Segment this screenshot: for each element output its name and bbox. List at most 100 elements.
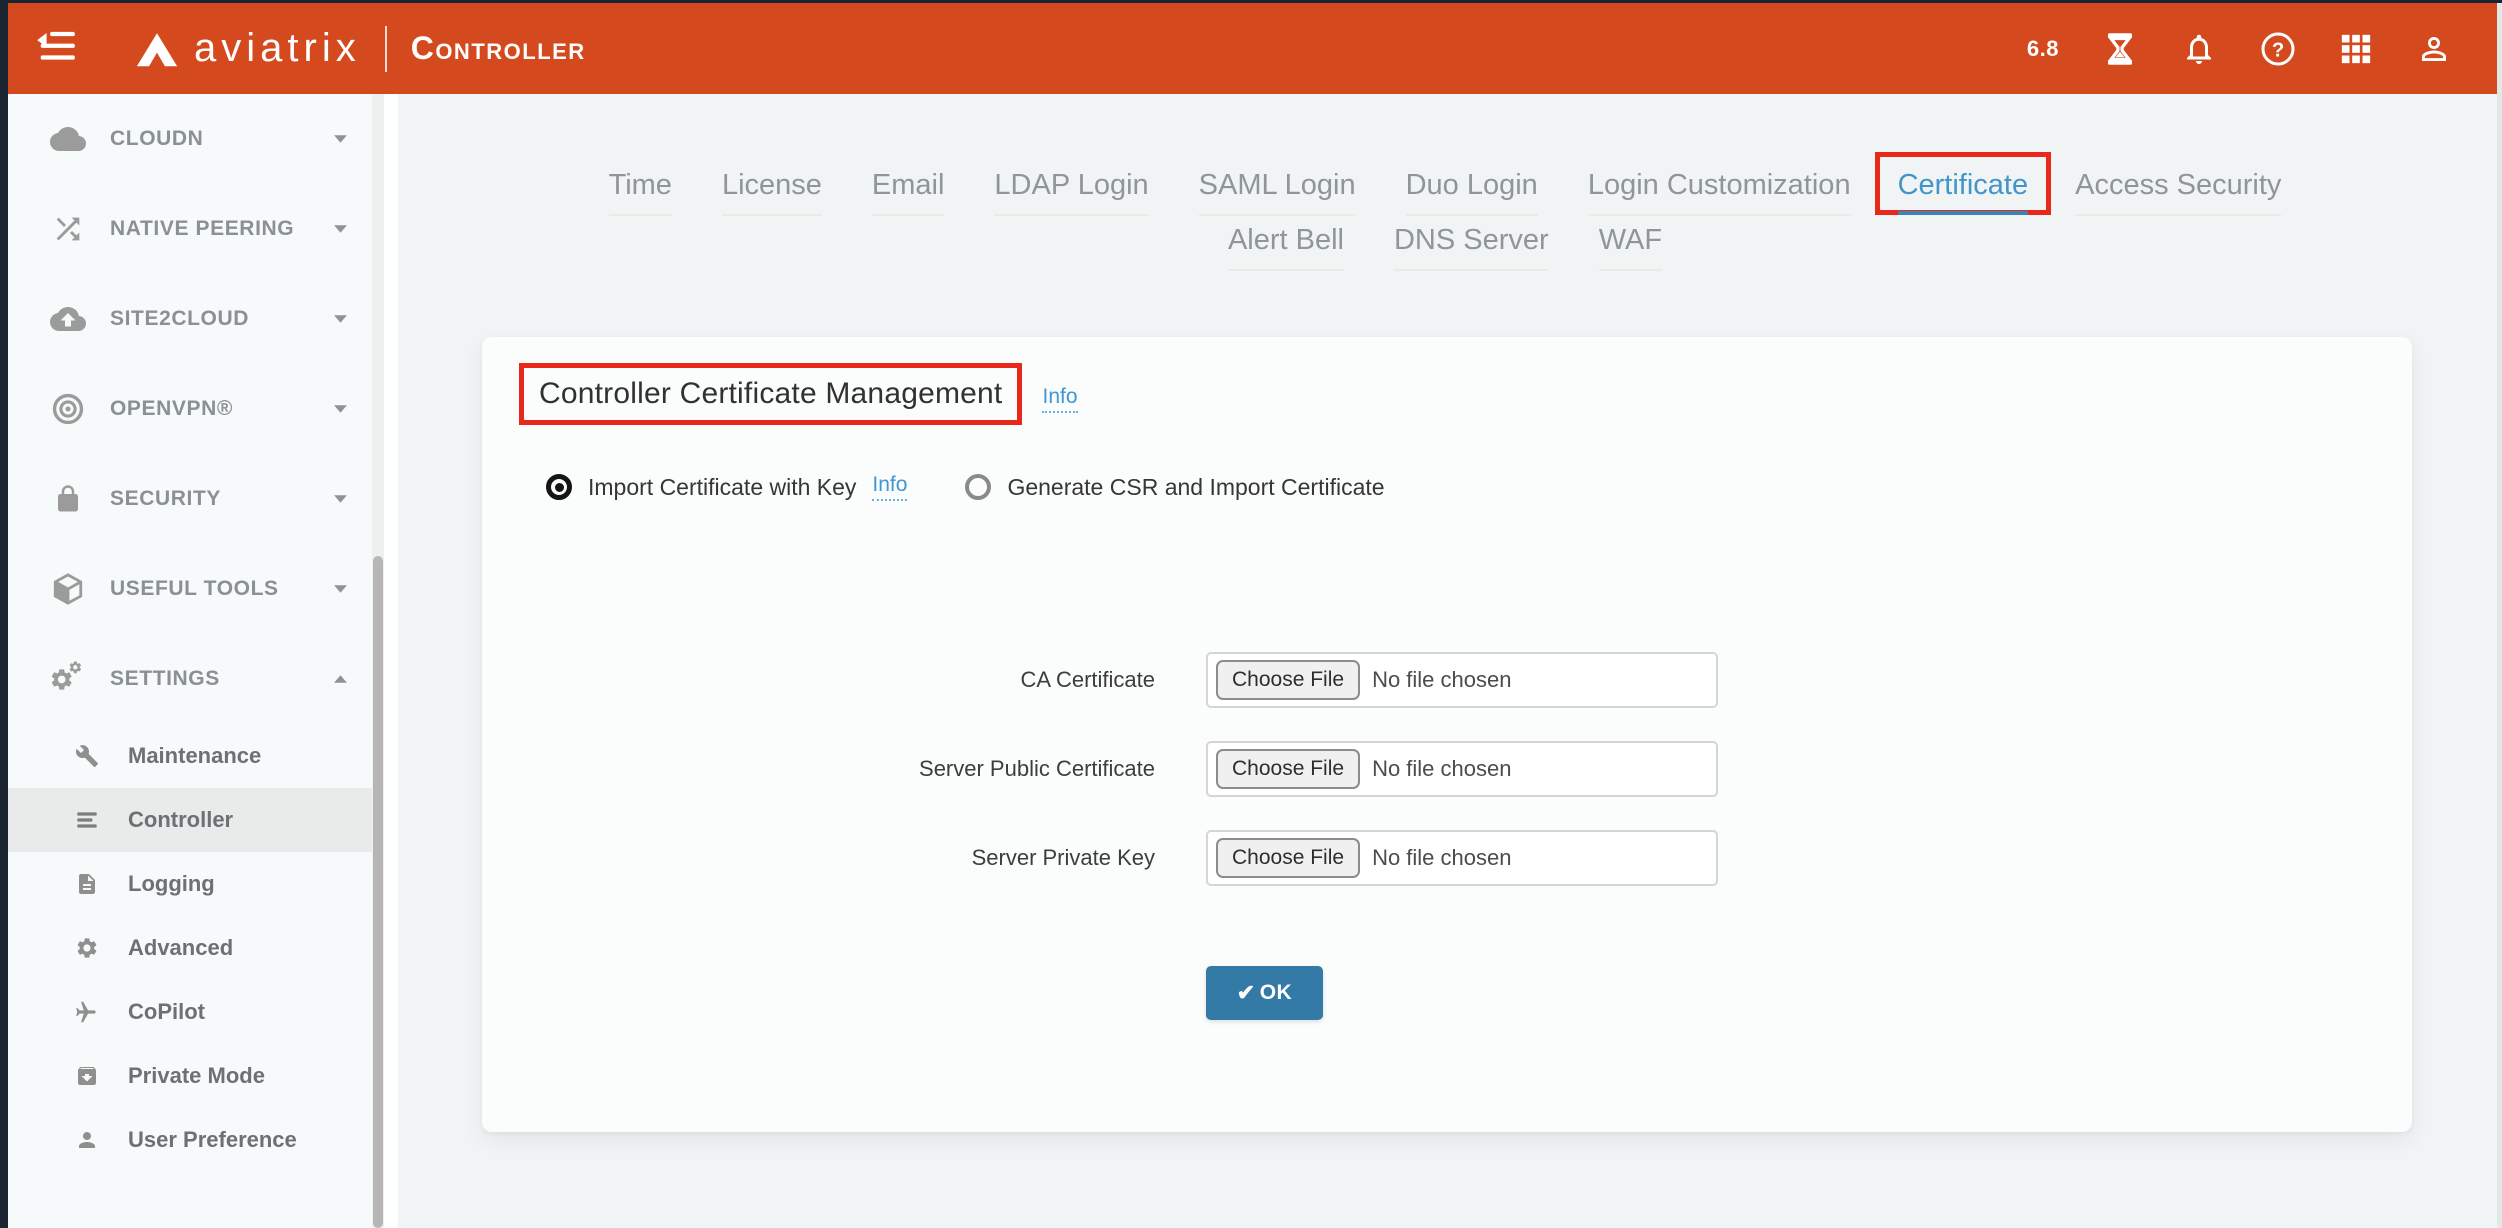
sidebar-item-advanced[interactable]: Advanced bbox=[8, 916, 372, 980]
choose-file-button[interactable]: Choose File bbox=[1216, 749, 1360, 789]
cube-icon bbox=[48, 572, 88, 606]
list-icon bbox=[72, 807, 102, 833]
sidebar-item-controller[interactable]: Controller bbox=[8, 788, 372, 852]
aviatrix-logo-icon bbox=[134, 28, 180, 70]
chevron-down-icon bbox=[333, 404, 348, 414]
version-badge: 6.8 bbox=[2027, 36, 2059, 62]
tab-certificate[interactable]: Certificate bbox=[1898, 169, 2029, 215]
shuffle-icon bbox=[48, 212, 88, 246]
sidebar-scrollbar-thumb[interactable] bbox=[373, 556, 383, 1228]
app-window: aviatrix Controller 6.8 ? bbox=[0, 0, 2502, 1228]
svg-text:?: ? bbox=[2272, 39, 2284, 61]
sidebar-gap bbox=[384, 94, 398, 1228]
sidebar-item-native-peering[interactable]: NATIVE PEERING bbox=[8, 184, 372, 274]
sidebar-item-openvpn[interactable]: OPENVPN® bbox=[8, 364, 372, 454]
tab-access-security[interactable]: Access Security bbox=[2075, 169, 2281, 216]
archive-icon bbox=[72, 1064, 102, 1088]
brand-name: aviatrix bbox=[194, 26, 361, 71]
hourglass-icon[interactable] bbox=[2102, 31, 2138, 67]
form-row-server-private-key: Server Private Key Choose File No file c… bbox=[482, 830, 2412, 886]
window-frame-left bbox=[0, 0, 8, 1228]
page-scrollbar[interactable] bbox=[2497, 3, 2502, 1228]
cloud-icon bbox=[48, 121, 88, 157]
no-file-chosen-text: No file chosen bbox=[1372, 667, 1511, 693]
ok-button[interactable]: ✔ OK bbox=[1206, 966, 1323, 1020]
settings-tabs-row-2: Alert Bell DNS Server WAF bbox=[398, 224, 2492, 271]
check-icon: ✔ bbox=[1237, 980, 1256, 1006]
tab-ldap-login[interactable]: LDAP Login bbox=[994, 169, 1148, 216]
tab-waf[interactable]: WAF bbox=[1599, 224, 1662, 271]
chevron-down-icon bbox=[333, 494, 348, 504]
cloud-upload-icon bbox=[48, 301, 88, 337]
tab-dns-server[interactable]: DNS Server bbox=[1394, 224, 1549, 271]
sidebar-item-site2cloud[interactable]: SITE2CLOUD bbox=[8, 274, 372, 364]
server-public-certificate-file-input[interactable]: Choose File No file chosen bbox=[1206, 741, 1718, 797]
tab-login-customization[interactable]: Login Customization bbox=[1588, 169, 1851, 216]
sidebar-item-copilot[interactable]: CoPilot bbox=[8, 980, 372, 1044]
brand-divider bbox=[385, 26, 387, 72]
annotation-box-title: Controller Certificate Management bbox=[519, 363, 1022, 425]
user-icon[interactable] bbox=[2416, 31, 2452, 67]
panel-title-row: Controller Certificate Management Info bbox=[519, 363, 1078, 425]
tab-alert-bell[interactable]: Alert Bell bbox=[1228, 224, 1344, 271]
server-private-key-label: Server Private Key bbox=[482, 845, 1155, 871]
certificate-panel: Controller Certificate Management Info I… bbox=[482, 337, 2412, 1132]
sidebar-item-logging[interactable]: Logging bbox=[8, 852, 372, 916]
window-frame-top bbox=[0, 0, 2502, 3]
sidebar-scrollbar[interactable] bbox=[372, 94, 384, 1228]
form-row-ca-certificate: CA Certificate Choose File No file chose… bbox=[482, 652, 2412, 708]
radio-unselected-icon[interactable] bbox=[965, 474, 991, 500]
radio-generate-csr[interactable]: Generate CSR and Import Certificate bbox=[965, 474, 1384, 501]
annotation-box-certificate: Certificate bbox=[1875, 152, 2052, 215]
tab-saml-login[interactable]: SAML Login bbox=[1199, 169, 1356, 216]
no-file-chosen-text: No file chosen bbox=[1372, 756, 1511, 782]
sidebar-item-maintenance[interactable]: Maintenance bbox=[8, 724, 372, 788]
lock-icon bbox=[48, 484, 88, 514]
server-private-key-file-input[interactable]: Choose File No file chosen bbox=[1206, 830, 1718, 886]
certificate-mode-radios: Import Certificate with Key Info Generat… bbox=[546, 473, 1385, 501]
target-icon bbox=[48, 392, 88, 426]
radio-info-link[interactable]: Info bbox=[872, 473, 907, 501]
top-bar: aviatrix Controller 6.8 ? bbox=[8, 3, 2502, 94]
menu-fold-icon bbox=[36, 29, 76, 68]
tab-duo-login[interactable]: Duo Login bbox=[1406, 169, 1538, 216]
chevron-down-icon bbox=[333, 224, 348, 234]
chevron-down-icon bbox=[333, 134, 348, 144]
apps-grid-icon[interactable] bbox=[2339, 32, 2373, 66]
ca-certificate-label: CA Certificate bbox=[482, 667, 1155, 693]
sidebar-item-security[interactable]: SECURITY bbox=[8, 454, 372, 544]
person-icon bbox=[72, 1128, 102, 1152]
topbar-actions: 6.8 ? bbox=[2027, 31, 2502, 67]
plane-icon bbox=[72, 999, 102, 1025]
gears-icon bbox=[48, 660, 88, 698]
sidebar-toggle-button[interactable] bbox=[34, 29, 78, 69]
tab-time[interactable]: Time bbox=[609, 169, 672, 216]
tab-email[interactable]: Email bbox=[872, 169, 945, 216]
wrench-icon bbox=[72, 744, 102, 768]
chevron-down-icon bbox=[333, 584, 348, 594]
server-public-certificate-label: Server Public Certificate bbox=[482, 756, 1155, 782]
sidebar: CLOUDN NATIVE PEERING SITE2CLOUD bbox=[8, 94, 372, 1228]
brand-logo: aviatrix Controller bbox=[134, 26, 586, 72]
help-icon[interactable]: ? bbox=[2260, 31, 2296, 67]
chevron-down-icon bbox=[333, 314, 348, 324]
bell-icon[interactable] bbox=[2181, 31, 2217, 67]
document-icon bbox=[72, 872, 102, 896]
sidebar-item-user-preference[interactable]: User Preference bbox=[8, 1108, 372, 1172]
sidebar-item-private-mode[interactable]: Private Mode bbox=[8, 1044, 372, 1108]
title-info-link[interactable]: Info bbox=[1042, 385, 1077, 413]
ca-certificate-file-input[interactable]: Choose File No file chosen bbox=[1206, 652, 1718, 708]
sidebar-item-settings[interactable]: SETTINGS bbox=[8, 634, 372, 724]
choose-file-button[interactable]: Choose File bbox=[1216, 838, 1360, 878]
certificate-form: CA Certificate Choose File No file chose… bbox=[482, 652, 2412, 886]
tab-license[interactable]: License bbox=[722, 169, 822, 216]
radio-import-certificate[interactable]: Import Certificate with Key Info bbox=[546, 473, 907, 501]
settings-tabs-row-1: Time License Email LDAP Login SAML Login… bbox=[398, 152, 2492, 216]
sidebar-item-useful-tools[interactable]: USEFUL TOOLS bbox=[8, 544, 372, 634]
ok-button-label: OK bbox=[1260, 981, 1293, 1005]
panel-title: Controller Certificate Management bbox=[539, 377, 1002, 410]
sidebar-item-cloudn[interactable]: CLOUDN bbox=[8, 94, 372, 184]
radio-selected-icon[interactable] bbox=[546, 474, 572, 500]
choose-file-button[interactable]: Choose File bbox=[1216, 660, 1360, 700]
chevron-up-icon bbox=[333, 674, 348, 684]
